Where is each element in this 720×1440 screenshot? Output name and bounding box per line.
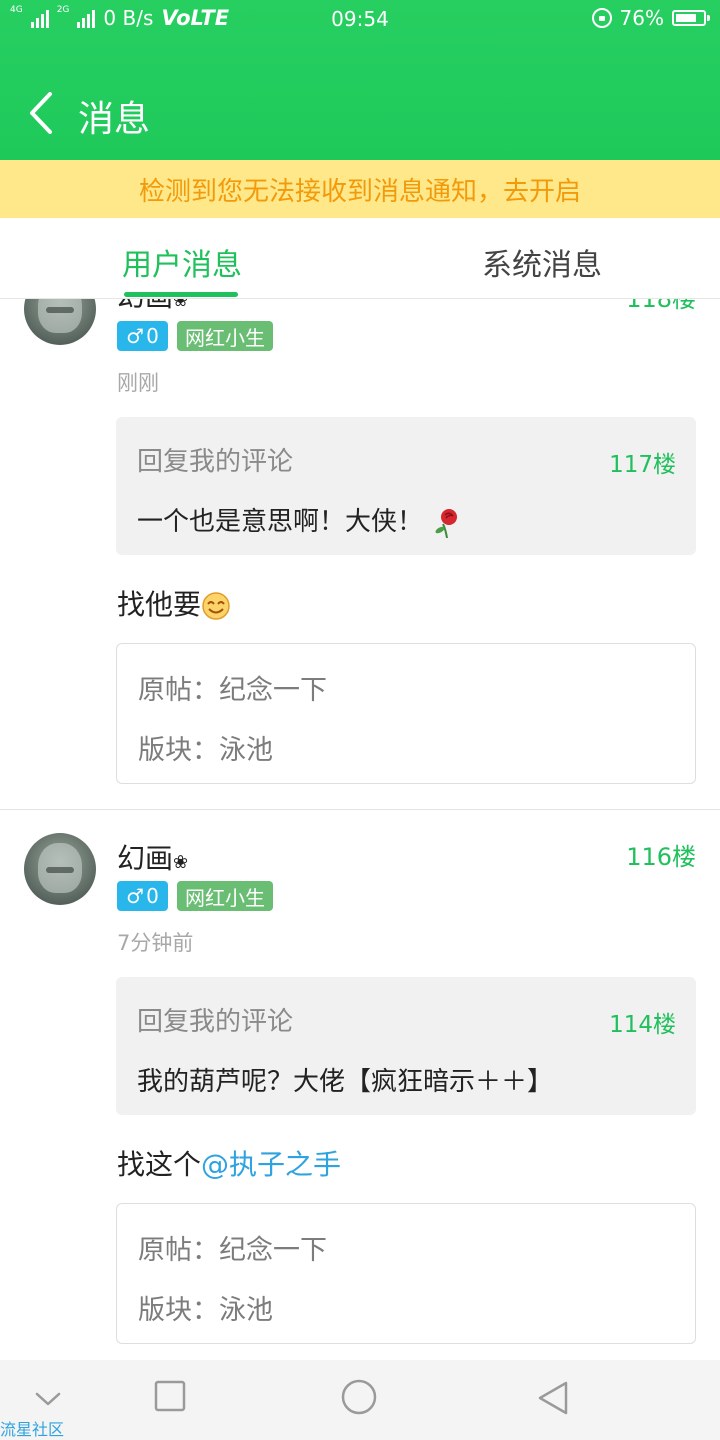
back-button[interactable] xyxy=(20,80,70,144)
male-icon: ♂ xyxy=(126,884,145,908)
username-suffix-icon: ❀ xyxy=(173,852,189,873)
quoted-comment[interactable]: 回复我的评论 114楼 我的葫芦呢？大佬【疯狂暗示＋＋】 xyxy=(116,977,696,1115)
username-text: 幻画 xyxy=(117,842,174,875)
list-item[interactable]: 幻画❀ 116楼 ♂ 0 网红小生 7分钟前 回复我的评论 114楼 我的葫芦呢？… xyxy=(0,811,720,1360)
list-item[interactable]: 幻画❀ 118楼 ♂0 网红小生 刚刚 回复我的评论 117楼 一个也是意思啊！… xyxy=(0,299,720,809)
app-header: 4G 2G 0 B/s VoLTE 09:54 76% 消息 xyxy=(0,0,720,160)
user-mention-link[interactable]: @执子之手 xyxy=(201,1148,341,1181)
watermark-text: 流星社区 xyxy=(0,1420,65,1439)
original-post-card[interactable]: 原帖：纪念一下 版块：泳池 xyxy=(116,1203,696,1344)
battery-percent: 76% xyxy=(619,6,664,30)
quote-title: 回复我的评论 xyxy=(137,1007,294,1037)
quote-text-content: 一个也是意思啊！大侠！ xyxy=(137,507,424,537)
reply-text: 找这个@执子之手 xyxy=(117,1143,341,1183)
message-list[interactable]: 幻画❀ 118楼 ♂0 网红小生 刚刚 回复我的评论 117楼 一个也是意思啊！… xyxy=(0,299,720,1360)
floor-number: 116楼 xyxy=(626,843,696,871)
rose-emoji-icon xyxy=(435,508,458,538)
level-badge: 网红小生 xyxy=(177,321,273,351)
battery-icon xyxy=(672,10,710,26)
quote-text: 我的葫芦呢？大佬【疯狂暗示＋＋】 xyxy=(137,1067,554,1097)
original-post-title: 原帖：纪念一下 xyxy=(138,1235,327,1266)
back-triangle-icon[interactable] xyxy=(536,1380,570,1416)
username-suffix-icon: ❀ xyxy=(173,299,189,311)
status-bar: 4G 2G 0 B/s VoLTE 09:54 76% xyxy=(0,0,720,38)
username[interactable]: 幻画❀ xyxy=(117,299,188,315)
gender-badge: ♂ 0 xyxy=(117,881,168,911)
gender-badge: ♂ 0 xyxy=(117,321,168,351)
board-name: 版块：泳池 xyxy=(138,1295,273,1326)
status-right: 76% xyxy=(591,6,710,30)
quote-floor: 117楼 xyxy=(609,452,676,478)
page-title: 消息 xyxy=(78,99,151,140)
tab-bar: 用户消息 系统消息 xyxy=(0,218,720,299)
original-post-card[interactable]: 原帖：纪念一下 版块：泳池 xyxy=(116,643,696,784)
tab-user-messages[interactable]: 用户消息 xyxy=(122,240,242,284)
tab-system-messages[interactable]: 系统消息 xyxy=(482,240,602,284)
battery-fill xyxy=(676,14,696,22)
divider xyxy=(0,809,720,810)
reply-content: 找他要 xyxy=(117,588,202,621)
gender-count: 0 xyxy=(146,884,159,908)
notification-notice[interactable]: 检测到您无法接收到消息通知，去开启 xyxy=(0,160,720,218)
home-icon[interactable] xyxy=(340,1378,378,1416)
username-text: 幻画 xyxy=(117,299,173,313)
reply-text: 找他要 xyxy=(117,583,231,623)
recent-apps-icon[interactable] xyxy=(154,1380,186,1412)
username[interactable]: 幻画❀ xyxy=(117,837,188,877)
level-badge: 网红小生 xyxy=(177,881,273,911)
quote-title: 回复我的评论 xyxy=(137,447,294,477)
nav-bar: 消息 xyxy=(0,70,720,156)
original-post-title: 原帖：纪念一下 xyxy=(138,675,327,706)
active-tab-indicator xyxy=(124,292,238,297)
smile-emoji-icon xyxy=(202,592,230,620)
floor-number: 118楼 xyxy=(626,299,696,313)
rotation-lock-icon xyxy=(591,8,612,28)
avatar[interactable] xyxy=(24,833,96,905)
quoted-comment[interactable]: 回复我的评论 117楼 一个也是意思啊！大侠！ xyxy=(116,417,696,555)
system-navigation-bar: 流星社区 xyxy=(0,1360,720,1440)
chevron-left-icon xyxy=(30,92,52,134)
male-icon: ♂ xyxy=(126,324,145,348)
quote-floor: 114楼 xyxy=(609,1012,676,1038)
avatar[interactable] xyxy=(24,299,96,345)
timestamp: 刚刚 xyxy=(117,371,159,395)
chevron-down-icon[interactable] xyxy=(34,1390,62,1408)
board-name: 版块：泳池 xyxy=(138,735,273,766)
quote-text: 一个也是意思啊！大侠！ xyxy=(137,501,461,538)
gender-count: 0 xyxy=(146,324,159,348)
timestamp: 7分钟前 xyxy=(117,931,194,955)
reply-content: 找这个 xyxy=(117,1148,202,1181)
